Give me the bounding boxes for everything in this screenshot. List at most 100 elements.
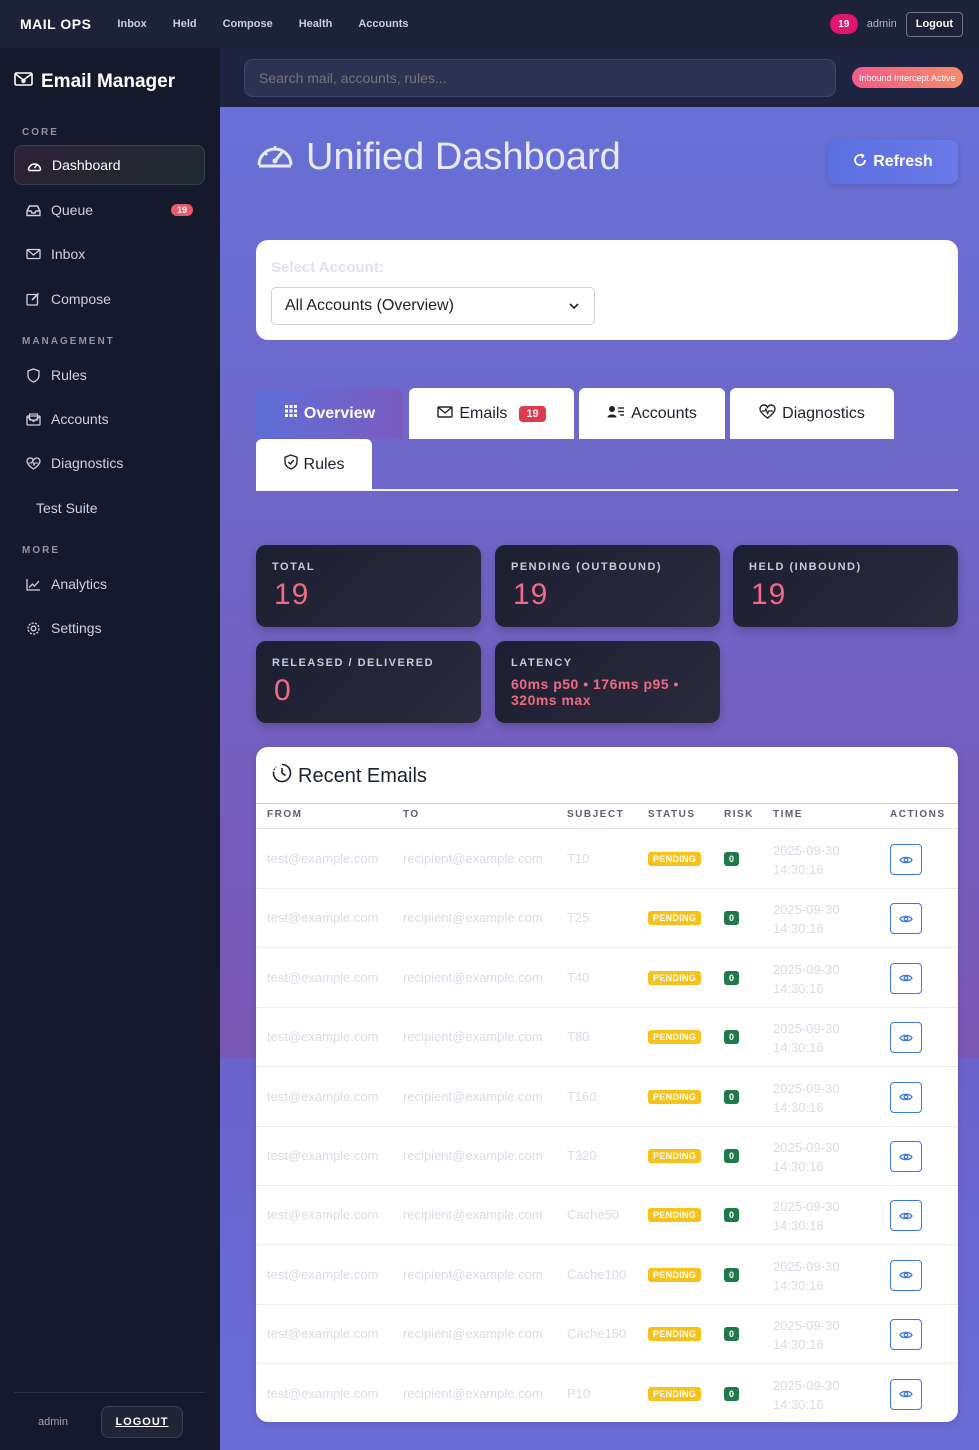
- top-navbar: MAIL OPS Inbox Held Compose Health Accou…: [0, 0, 979, 48]
- table-row[interactable]: test@example.com recipient@example.com T25…: [256, 889, 958, 949]
- table-header: FROM TO SUBJECT STATUS RISK TIME ACTIONS: [256, 803, 958, 829]
- column-header-to[interactable]: TO: [403, 809, 420, 820]
- tab-overview[interactable]: Overview: [256, 388, 403, 439]
- stat-card-total: TOTAL 19: [256, 545, 481, 627]
- table-row[interactable]: test@example.com recipient@example.com T32…: [256, 1127, 958, 1186]
- sidebar: Email Manager CORE Dashboard Queue 19 In…: [0, 48, 220, 1450]
- risk-badge: 0: [724, 970, 740, 985]
- sidebar-item-diagnostics[interactable]: Diagnostics: [14, 443, 205, 483]
- shield-icon: [25, 367, 41, 383]
- risk-badge: 0: [724, 1030, 740, 1045]
- email-from: test@example.com: [267, 1385, 379, 1401]
- logout-button[interactable]: Logout: [905, 11, 963, 37]
- column-header-subject[interactable]: SUBJECT: [567, 809, 624, 820]
- status-badge: PENDING: [648, 1208, 702, 1223]
- sidebar-item-settings[interactable]: Settings: [14, 608, 205, 648]
- sidebar-item-label: Inbox: [51, 246, 86, 262]
- account-select-value: All Accounts (Overview): [285, 297, 454, 314]
- status-badge: PENDING: [648, 852, 702, 866]
- column-header-status[interactable]: STATUS: [648, 809, 696, 820]
- envelope-icon: [437, 405, 454, 423]
- status-badge: PENDING: [648, 1089, 702, 1104]
- column-header-risk[interactable]: RISK: [724, 809, 754, 820]
- risk-badge: 0: [724, 911, 740, 926]
- heart-pulse-icon: [25, 455, 41, 471]
- risk-badge: 0: [724, 1267, 740, 1282]
- tab-accounts[interactable]: Accounts: [579, 388, 725, 439]
- risk-badge: 0: [724, 1386, 740, 1401]
- sidebar-item-accounts[interactable]: Accounts: [14, 399, 205, 439]
- brand-logo[interactable]: MAIL OPS: [20, 16, 91, 32]
- inbox-tray-icon: [25, 202, 41, 218]
- top-nav-inbox[interactable]: Inbox: [117, 18, 146, 30]
- email-clock: 14:30:16: [773, 1040, 824, 1056]
- table-row[interactable]: test@example.com recipient@example.com Cac…: [256, 1246, 958, 1305]
- table-row[interactable]: test@example.com recipient@example.com T10…: [256, 830, 958, 889]
- stat-value: 0: [274, 674, 292, 707]
- queue-count-badge: 19: [170, 204, 193, 216]
- email-to: recipient@example.com: [403, 851, 543, 866]
- table-row[interactable]: test@example.com recipient@example.com P10…: [256, 1365, 958, 1422]
- email-time: 2025-09-30 14:30:16: [773, 1138, 840, 1176]
- top-nav-accounts[interactable]: Accounts: [358, 18, 408, 30]
- sidebar-item-test-suite[interactable]: Test Suite: [14, 488, 205, 528]
- stat-value: 19: [751, 578, 787, 611]
- email-subject: T320: [567, 1148, 597, 1163]
- tab-emails[interactable]: Emails 19: [409, 388, 574, 439]
- tab-rules[interactable]: Rules: [256, 439, 372, 490]
- tab-diagnostics[interactable]: Diagnostics: [730, 388, 894, 439]
- main-content: Inbound Intercept Active Unified Dashboa…: [220, 48, 979, 1450]
- tab-label: Diagnostics: [782, 404, 865, 422]
- notification-badge[interactable]: 19: [829, 14, 858, 34]
- email-to: recipient@example.com: [403, 969, 543, 985]
- top-nav-health[interactable]: Health: [299, 18, 333, 30]
- view-email-button[interactable]: [890, 1259, 922, 1291]
- view-email-button[interactable]: [890, 962, 922, 994]
- stat-label: LATENCY: [511, 657, 573, 669]
- view-email-button[interactable]: [890, 1200, 922, 1232]
- view-email-button[interactable]: [890, 1319, 922, 1351]
- table-row[interactable]: test@example.com recipient@example.com Cac…: [256, 1186, 958, 1246]
- sidebar-item-label: Analytics: [51, 576, 108, 592]
- sidebar-item-label: Diagnostics: [51, 455, 124, 471]
- view-email-button[interactable]: [890, 844, 922, 875]
- email-date: 2025-09-30: [773, 843, 840, 858]
- page-title-text: Unified Dashboard: [306, 136, 621, 178]
- email-date: 2025-09-30: [773, 961, 840, 977]
- view-email-button[interactable]: [890, 903, 922, 935]
- view-email-button[interactable]: [890, 1022, 922, 1054]
- table-row[interactable]: test@example.com recipient@example.com T16…: [256, 1068, 958, 1127]
- sidebar-logout-button[interactable]: LOGOUT: [100, 1405, 183, 1438]
- table-row[interactable]: test@example.com recipient@example.com Cac…: [256, 1305, 958, 1365]
- top-nav-held[interactable]: Held: [173, 18, 197, 30]
- sidebar-item-rules[interactable]: Rules: [14, 355, 205, 395]
- grid-icon: [284, 404, 298, 423]
- email-from: test@example.com: [267, 1326, 379, 1342]
- email-subject: P10: [567, 1385, 591, 1401]
- account-select[interactable]: All Accounts (Overview): [271, 287, 595, 325]
- eye-icon: [899, 1389, 913, 1399]
- view-email-button[interactable]: [890, 1141, 922, 1172]
- email-date: 2025-09-30: [773, 1080, 840, 1096]
- sidebar-item-compose[interactable]: Compose: [14, 279, 205, 319]
- sidebar-item-dashboard[interactable]: Dashboard: [14, 145, 205, 185]
- top-nav-compose[interactable]: Compose: [223, 18, 273, 30]
- view-email-button[interactable]: [890, 1378, 922, 1410]
- shield-check-icon: [283, 454, 298, 475]
- intercept-status-badge: Inbound Intercept Active: [852, 67, 963, 88]
- column-header-from[interactable]: FROM: [267, 809, 302, 820]
- table-row[interactable]: test@example.com recipient@example.com T80…: [256, 1008, 958, 1068]
- email-clock: 14:30:16: [773, 862, 824, 877]
- sidebar-title-text: Email Manager: [41, 71, 176, 92]
- sidebar-item-inbox[interactable]: Inbox: [14, 234, 205, 274]
- column-header-time[interactable]: TIME: [773, 809, 803, 820]
- refresh-button[interactable]: Refresh: [828, 140, 958, 184]
- email-time: 2025-09-30 14:30:16: [773, 1019, 840, 1057]
- top-nav: Inbox Held Compose Health Accounts: [117, 18, 408, 30]
- sidebar-item-analytics[interactable]: Analytics: [14, 564, 205, 604]
- sidebar-item-queue[interactable]: Queue 19: [14, 190, 205, 230]
- search-input[interactable]: [244, 59, 836, 97]
- table-row[interactable]: test@example.com recipient@example.com T40…: [256, 949, 958, 1008]
- search-bar: Inbound Intercept Active: [220, 48, 979, 107]
- view-email-button[interactable]: [890, 1081, 922, 1113]
